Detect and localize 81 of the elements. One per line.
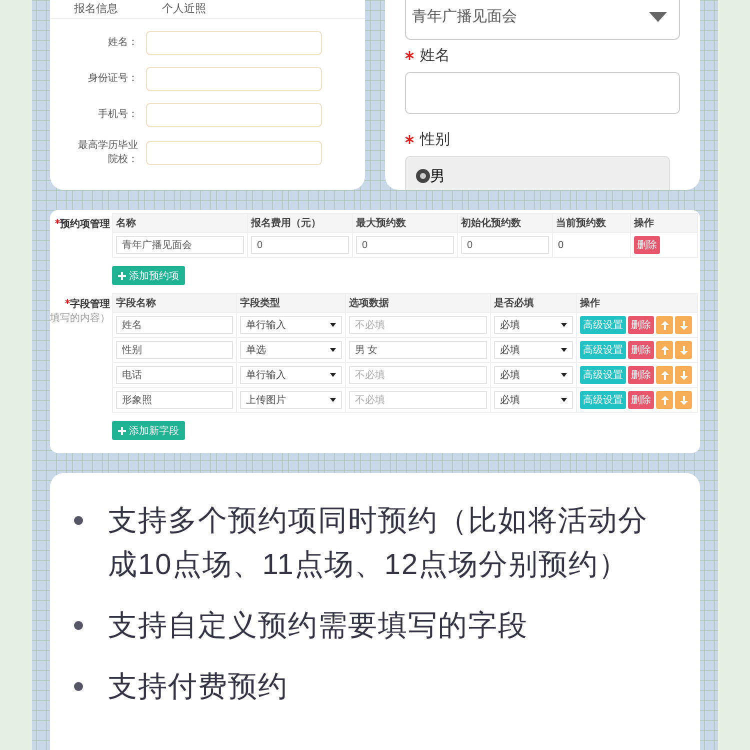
input-field[interactable]: [146, 31, 322, 55]
section-note: 填写的内容）: [50, 312, 110, 325]
arrow-up-icon: [660, 396, 668, 404]
arrow-down-icon: [680, 320, 688, 330]
option-label: 男: [430, 166, 445, 186]
required-select[interactable]: 必填: [494, 366, 573, 384]
options-input[interactable]: 不必填: [348, 316, 487, 334]
delete-button[interactable]: 删除: [628, 341, 654, 359]
arrow-down-icon: [680, 396, 688, 404]
initial-input[interactable]: 0: [461, 236, 549, 254]
name-input[interactable]: 青年广播见面会: [116, 236, 244, 254]
bullet-icon: [74, 682, 83, 691]
field-label: 身份证号：: [87, 72, 138, 86]
column-header: 字段类型: [236, 294, 346, 312]
move-down-button[interactable]: [675, 341, 692, 359]
section-label: 预约项管理: [60, 218, 110, 231]
options-input[interactable]: 不必填: [348, 391, 487, 409]
column-header: 报名费用（元）: [248, 214, 352, 232]
move-down-button[interactable]: [675, 316, 692, 334]
fee-input[interactable]: 0: [251, 236, 349, 254]
move-up-button[interactable]: [656, 391, 673, 409]
move-down-button[interactable]: [675, 366, 692, 384]
section-label: 个人近照: [162, 2, 206, 17]
radio-button[interactable]: [416, 169, 430, 183]
feature-text: 支持自定义预约需要填写的字段: [108, 609, 528, 644]
plus-icon: [118, 272, 126, 280]
required-select[interactable]: 必填: [494, 316, 573, 334]
caret-icon: [649, 12, 667, 22]
move-up-button[interactable]: [656, 341, 673, 359]
name-input[interactable]: 形象照: [116, 391, 233, 409]
move-up-button[interactable]: [656, 316, 673, 334]
column-header: 字段名称: [112, 294, 236, 312]
delete-button[interactable]: 删除: [628, 391, 654, 409]
field-label: 最高学历毕业院校：: [77, 139, 138, 167]
arrow-up-icon: [660, 370, 668, 380]
delete-button[interactable]: 删除: [628, 366, 654, 384]
delete-button[interactable]: 删除: [628, 316, 654, 334]
input-field[interactable]: [146, 141, 322, 165]
type-select[interactable]: 单行输入: [240, 366, 342, 384]
max-input[interactable]: 0: [356, 236, 454, 254]
required-select[interactable]: 必填: [494, 341, 573, 359]
field-label: 手机号：: [97, 108, 138, 122]
column-header: 操作: [576, 294, 698, 312]
column-header: 当前预约数: [552, 214, 630, 232]
required-select[interactable]: 必填: [494, 391, 573, 409]
name-input[interactable]: 电话: [116, 366, 233, 384]
field-label: 姓名: [420, 46, 450, 65]
delete-button[interactable]: 删除: [634, 236, 660, 254]
bullet-icon: [74, 621, 83, 630]
column-header: 名称: [112, 214, 248, 232]
options-input[interactable]: 不必填: [348, 366, 487, 384]
input-field[interactable]: [146, 103, 322, 127]
move-down-button[interactable]: [675, 391, 692, 409]
input-field[interactable]: [146, 67, 322, 91]
section-label: 字段管理: [70, 297, 110, 311]
feature-text: 支持付费预约: [108, 670, 288, 705]
type-select[interactable]: 单选: [240, 341, 342, 359]
column-header: 初始化预约数: [458, 214, 552, 232]
column-header: 选项数据: [345, 294, 490, 312]
plus-icon: [118, 426, 126, 434]
input-field[interactable]: [405, 72, 680, 114]
select-field[interactable]: 青年广播见面会: [405, 0, 680, 40]
section-label: 报名信息: [74, 2, 118, 17]
column-header: 最大预约数: [352, 214, 458, 232]
name-input[interactable]: 姓名: [116, 316, 233, 334]
name-input[interactable]: 性别: [116, 341, 233, 359]
type-select[interactable]: 上传图片: [240, 391, 342, 409]
arrow-down-icon: [680, 346, 688, 354]
column-header: 是否必填: [490, 294, 576, 312]
type-select[interactable]: 单行输入: [240, 316, 342, 334]
field-label: 性别: [420, 130, 450, 149]
options-input[interactable]: 男 女: [348, 341, 487, 359]
table-cell-text: 0: [557, 240, 564, 250]
move-up-button[interactable]: [656, 366, 673, 384]
column-header: 操作: [630, 214, 698, 232]
arrow-down-icon: [680, 370, 688, 380]
bullet-icon: [74, 516, 83, 525]
feature-text: 支持多个预约项同时预约（比如将活动分成10点场、11点场、12点场分别预约）: [108, 504, 649, 583]
arrow-up-icon: [660, 320, 668, 330]
arrow-up-icon: [660, 346, 668, 354]
field-label: 姓名：: [107, 36, 138, 50]
